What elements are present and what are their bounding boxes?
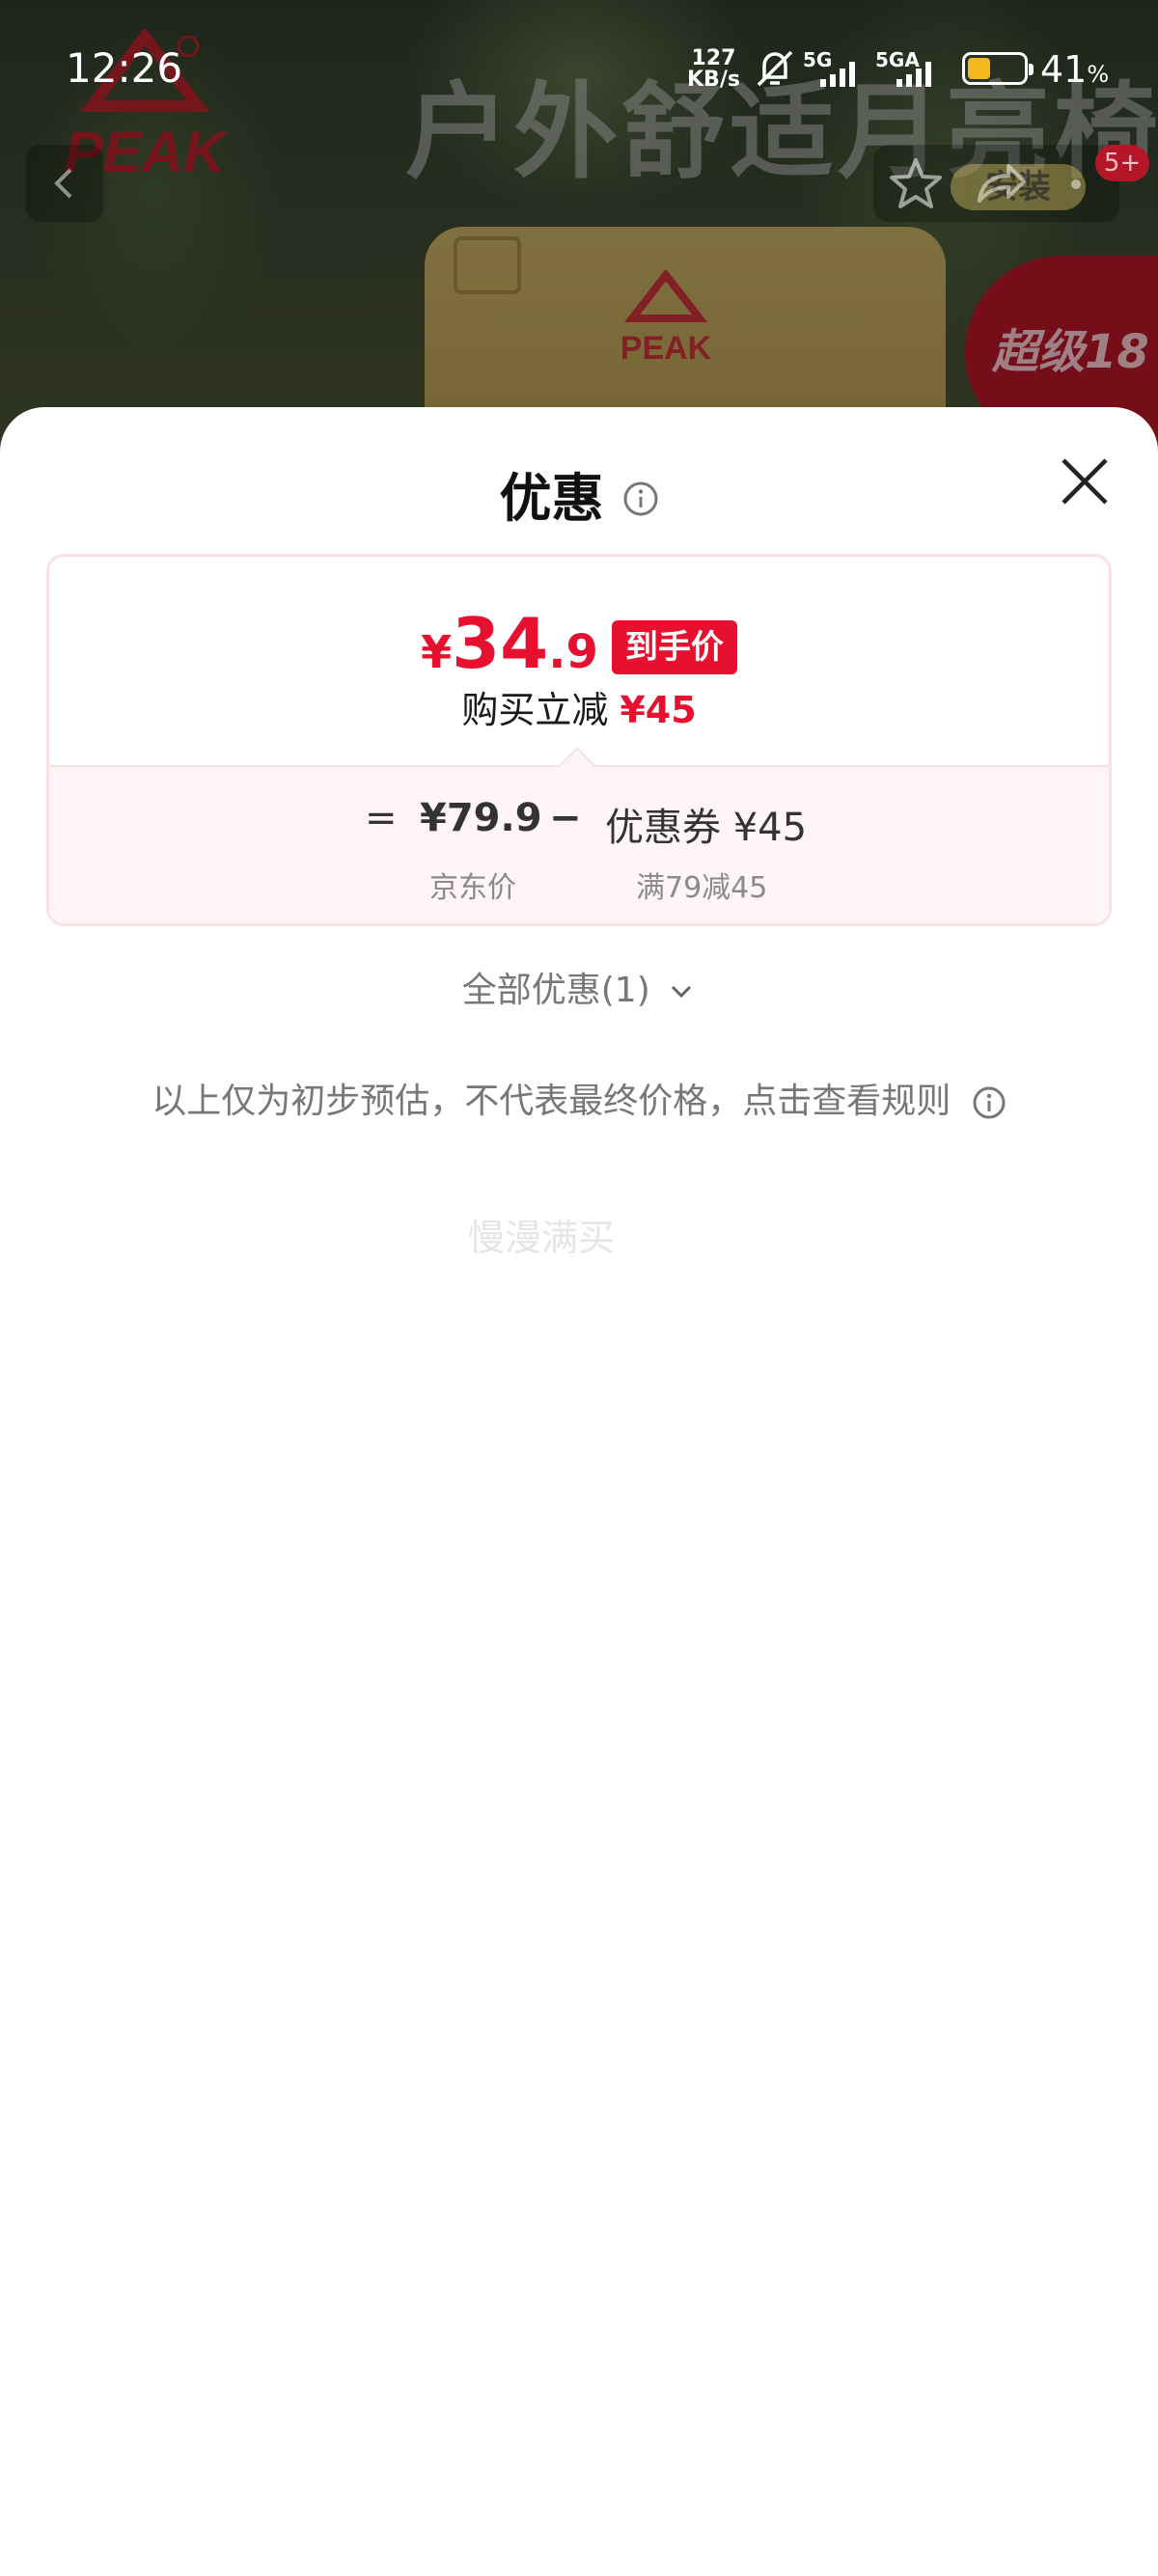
top-action-group: 安装 bbox=[873, 145, 1119, 222]
base-price-label: 京东价 bbox=[429, 871, 516, 905]
close-icon[interactable] bbox=[1056, 452, 1114, 510]
all-offers-toggle[interactable]: 全部优惠(1) bbox=[0, 962, 1158, 1012]
signal-5ga: 5GA bbox=[875, 48, 952, 87]
more-icon[interactable] bbox=[1071, 179, 1081, 189]
saving-amount: ¥45 bbox=[620, 689, 697, 731]
info-icon bbox=[973, 1086, 1006, 1119]
status-time: 12:26 bbox=[66, 44, 183, 92]
signal-5g: 5G bbox=[803, 48, 870, 87]
final-price-tag: 到手价 bbox=[611, 620, 737, 674]
instant-saving: 购买立减 ¥45 bbox=[49, 680, 1109, 733]
coupon-rule-label: 满79减45 bbox=[636, 871, 768, 905]
saving-label: 购买立减 bbox=[461, 689, 609, 731]
disclaimer-text: 以上仅为初步预估，不代表最终价格，点击查看规则 bbox=[152, 1082, 951, 1121]
final-price-section: ¥34.9 到手价 购买立减 ¥45 bbox=[49, 557, 1109, 765]
base-price: ¥79.9 bbox=[420, 796, 542, 840]
all-offers-label: 全部优惠(1) bbox=[461, 971, 650, 1010]
signal-bars-icon bbox=[820, 62, 855, 87]
minus-sign: − bbox=[549, 796, 582, 840]
price-card: ¥34.9 到手价 购买立减 ¥45 = ¥79.9 − 优惠券 ¥45 京东价 满… bbox=[46, 554, 1112, 926]
coupon-value: 优惠券 ¥45 bbox=[605, 806, 808, 850]
formula-labels: 京东价 满79减45 bbox=[49, 863, 1109, 905]
battery-percent: 41% bbox=[1040, 48, 1110, 91]
network-speed-value: 127 bbox=[691, 46, 736, 70]
discount-sheet: 优惠 ¥34.9到手价 购买立减 ¥45 = ¥79.9 − 优惠券 ¥45 bbox=[0, 407, 1158, 2576]
faded-text: 慢漫满买 bbox=[468, 1217, 616, 1259]
battery-fill bbox=[968, 58, 990, 79]
notification-badge: 5+ bbox=[1095, 145, 1149, 181]
chevron-down-icon bbox=[672, 985, 692, 999]
sheet-title: 优惠 bbox=[499, 468, 604, 529]
back-button[interactable] bbox=[26, 145, 103, 222]
final-price-line: ¥34.9 到手价 bbox=[49, 603, 1109, 684]
price-breakdown: = ¥79.9 − 优惠券 ¥45 京东价 满79减45 bbox=[49, 747, 1109, 923]
sheet-header: 优惠 bbox=[0, 446, 1158, 552]
network-speed: 127 KB/s bbox=[687, 48, 740, 91]
share-icon[interactable] bbox=[970, 154, 1028, 212]
network-speed-unit: KB/s bbox=[687, 68, 740, 92]
price-disclaimer[interactable]: 以上仅为初步预估，不代表最终价格，点击查看规则 bbox=[0, 1073, 1158, 1123]
price-formula: = ¥79.9 − 优惠券 ¥45 bbox=[49, 796, 1109, 854]
battery-icon bbox=[962, 52, 1034, 85]
equals-sign: = bbox=[365, 796, 398, 840]
status-bar: 12:26 127 KB/s 5G 5GA 41% bbox=[0, 0, 1158, 135]
final-price: ¥34.9 bbox=[421, 603, 598, 684]
signal-bars-icon bbox=[896, 62, 931, 87]
star-icon[interactable] bbox=[887, 154, 945, 212]
info-icon[interactable] bbox=[622, 480, 659, 517]
bell-muted-icon bbox=[757, 50, 793, 87]
chevron-left-icon bbox=[54, 168, 72, 199]
